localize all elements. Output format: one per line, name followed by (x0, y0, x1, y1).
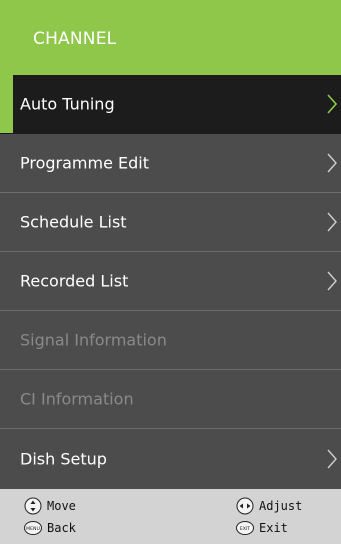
back-label: Back (47, 521, 76, 535)
key-hints-bar: Move Adjust MENU Back EXIT Exit (0, 489, 341, 544)
menu-item-ci-information: CI Information (0, 370, 341, 429)
menu-title: CHANNEL (33, 29, 117, 49)
chevron-right-icon (327, 94, 337, 114)
up-down-icon (24, 497, 42, 515)
menu-item-programme-edit[interactable]: Programme Edit (0, 134, 341, 193)
menu-item-label: Programme Edit (20, 153, 150, 173)
chevron-right-icon (327, 449, 337, 469)
exit-key-text: EXIT (240, 526, 250, 532)
menu-item-label: Dish Setup (20, 449, 107, 469)
menu-item-dish-setup[interactable]: Dish Setup (0, 429, 341, 489)
menu-item-label: Recorded List (20, 271, 129, 291)
menu-item-label: Schedule List (20, 212, 127, 232)
hint-adjust: Adjust (236, 497, 302, 515)
menu-item-label: Auto Tuning (20, 94, 115, 114)
move-label: Move (47, 499, 76, 513)
adjust-label: Adjust (259, 499, 303, 513)
hint-move: Move (24, 497, 76, 515)
hint-back: MENU Back (24, 519, 76, 537)
exit-key-icon: EXIT (236, 519, 254, 537)
hint-exit: EXIT Exit (236, 519, 288, 537)
menu-item-auto-tuning[interactable]: Auto Tuning (0, 75, 341, 134)
menu-header: CHANNEL (0, 0, 341, 75)
menu-item-signal-information: Signal Information (0, 311, 341, 370)
left-right-icon (236, 497, 254, 515)
chevron-right-icon (327, 212, 337, 232)
menu-key-text: MENU (26, 526, 40, 532)
menu-item-label: CI Information (20, 389, 134, 409)
chevron-right-icon (327, 153, 337, 173)
menu-item-recorded-list[interactable]: Recorded List (0, 252, 341, 311)
menu-item-schedule-list[interactable]: Schedule List (0, 193, 341, 252)
menu-key-icon: MENU (24, 519, 42, 537)
channel-menu: CHANNEL Auto Tuning Programme Edit Sched… (0, 0, 341, 544)
menu-item-label: Signal Information (20, 330, 167, 350)
chevron-right-icon (327, 271, 337, 291)
exit-label: Exit (259, 521, 288, 535)
